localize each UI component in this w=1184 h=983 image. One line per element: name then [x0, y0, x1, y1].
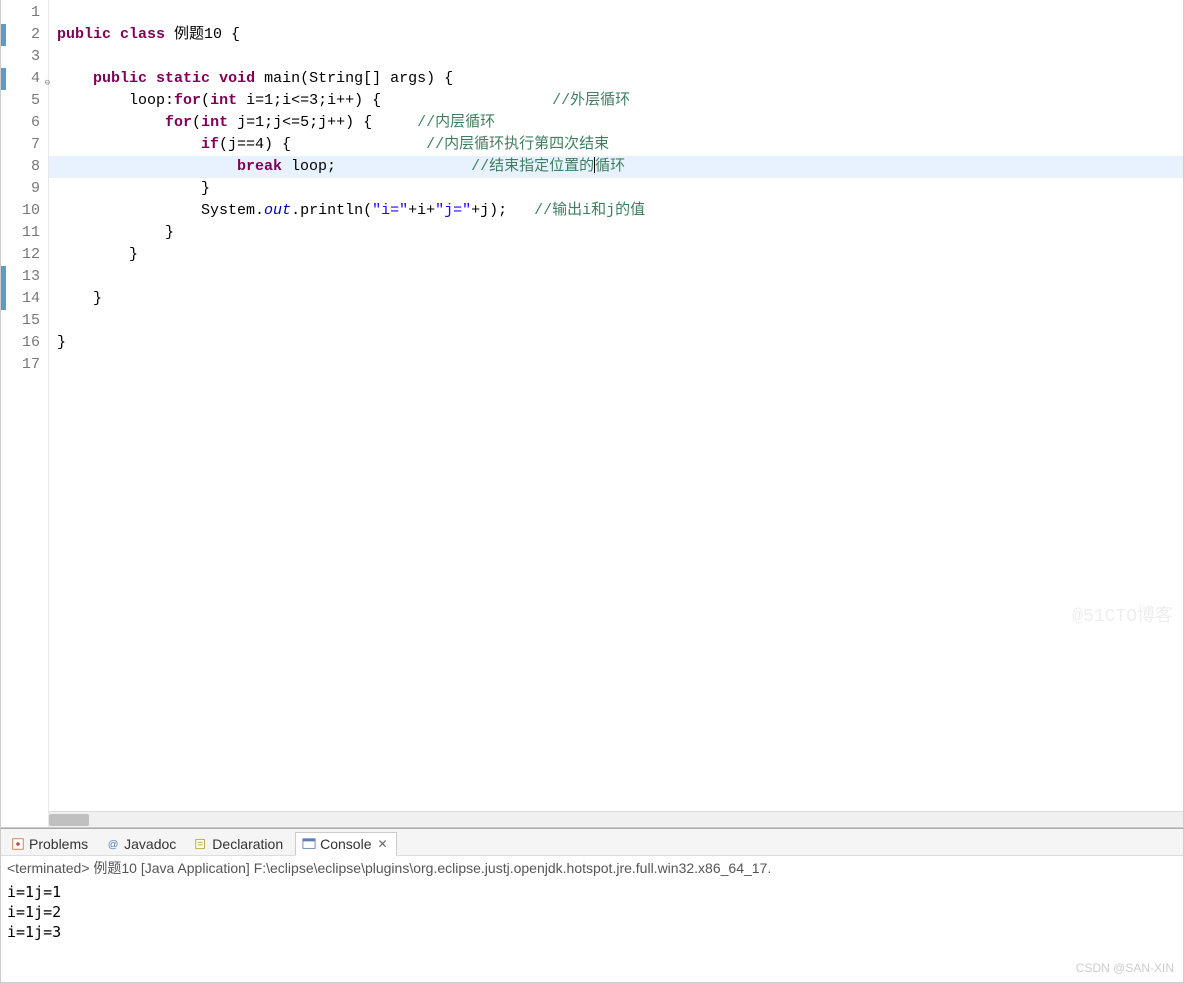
line-number: 10: [1, 200, 40, 222]
line-gutter: 1234⊖567891011121314151617: [1, 0, 49, 827]
tab-console[interactable]: Console ✕: [295, 832, 396, 856]
code-body[interactable]: public class 例题10 { public static void m…: [49, 0, 1183, 827]
tab-javadoc[interactable]: @ Javadoc: [100, 833, 184, 855]
line-number: 7: [1, 134, 40, 156]
code-line[interactable]: [57, 2, 1183, 24]
tab-javadoc-label: Javadoc: [124, 836, 176, 852]
tab-console-label: Console: [320, 836, 371, 852]
declaration-icon: [194, 837, 208, 851]
code-line[interactable]: }: [57, 178, 1183, 200]
tab-problems[interactable]: Problems: [5, 833, 96, 855]
console-line: i=1j=3: [7, 922, 1177, 942]
line-number: 3: [1, 46, 40, 68]
bottom-panel: Problems @ Javadoc Declaration Console ✕…: [0, 828, 1184, 983]
javadoc-icon: @: [106, 837, 120, 851]
code-line[interactable]: loop:for(int i=1;i<=3;i++) { //外层循环: [57, 90, 1183, 112]
line-number: 1: [1, 2, 40, 24]
code-line[interactable]: public static void main(String[] args) {: [57, 68, 1183, 90]
line-number: 11: [1, 222, 40, 244]
console-icon: [302, 837, 316, 851]
code-line[interactable]: }: [57, 332, 1183, 354]
line-number: 17: [1, 354, 40, 376]
problems-icon: [11, 837, 25, 851]
code-line[interactable]: if(j==4) { //内层循环执行第四次结束: [57, 134, 1183, 156]
line-number: 14: [1, 288, 40, 310]
code-line[interactable]: [57, 46, 1183, 68]
line-number: 5: [1, 90, 40, 112]
line-number: 6: [1, 112, 40, 134]
code-line[interactable]: public class 例题10 {: [57, 24, 1183, 46]
line-number: 4⊖: [1, 68, 40, 90]
code-line[interactable]: break loop; //结束指定位置的循环: [49, 156, 1183, 178]
tab-problems-label: Problems: [29, 836, 88, 852]
code-line[interactable]: [57, 310, 1183, 332]
code-line[interactable]: }: [57, 244, 1183, 266]
line-number: 16: [1, 332, 40, 354]
code-line[interactable]: [57, 354, 1183, 376]
line-number: 2: [1, 24, 40, 46]
console-line: i=1j=2: [7, 902, 1177, 922]
horizontal-scrollbar[interactable]: [49, 811, 1183, 827]
line-number: 9: [1, 178, 40, 200]
svg-text:@: @: [108, 838, 119, 850]
code-line[interactable]: [57, 266, 1183, 288]
line-number: 12: [1, 244, 40, 266]
code-line[interactable]: for(int j=1;j<=5;j++) { //内层循环: [57, 112, 1183, 134]
code-line[interactable]: }: [57, 222, 1183, 244]
tab-declaration[interactable]: Declaration: [188, 833, 291, 855]
close-icon[interactable]: ✕: [378, 837, 388, 851]
bottom-tabs: Problems @ Javadoc Declaration Console ✕: [1, 829, 1183, 856]
line-number: 8: [1, 156, 40, 178]
console-launch-info: <terminated> 例题10 [Java Application] F:\…: [1, 856, 1183, 880]
scrollbar-thumb[interactable]: [49, 814, 89, 826]
line-number: 15: [1, 310, 40, 332]
line-number: 13: [1, 266, 40, 288]
code-line[interactable]: }: [57, 288, 1183, 310]
console-output[interactable]: i=1j=1i=1j=2i=1j=3: [1, 880, 1183, 982]
console-line: i=1j=1: [7, 882, 1177, 902]
tab-declaration-label: Declaration: [212, 836, 283, 852]
code-line[interactable]: System.out.println("i="+i+"j="+j); //输出i…: [57, 200, 1183, 222]
editor-area: 1234⊖567891011121314151617 public class …: [0, 0, 1184, 828]
